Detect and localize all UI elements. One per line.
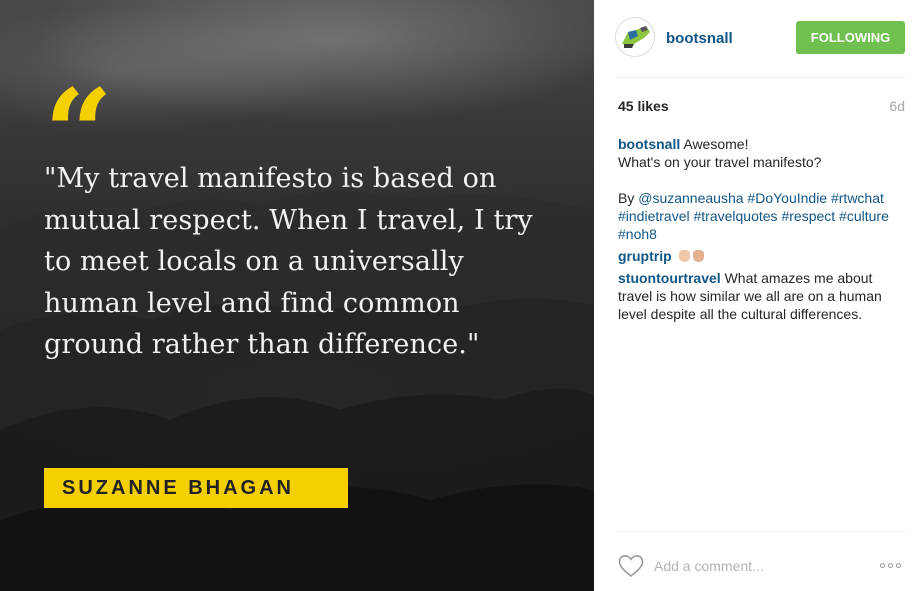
comments-list: bootsnall Awesome! What's on your travel…: [618, 135, 908, 327]
post-age[interactable]: 6d: [889, 98, 905, 114]
boot-logo-icon: [616, 18, 654, 56]
instagram-post: “ "My travel manifesto is based on mutua…: [0, 0, 924, 591]
quote-text: "My travel manifesto is based on mutual …: [44, 163, 533, 360]
composer-divider: [616, 531, 905, 532]
hashtag-link[interactable]: #DoYouIndie: [747, 190, 827, 206]
caption-by: By: [618, 190, 635, 206]
quote-mark-icon: “: [44, 63, 113, 204]
comment-item: stuontourtravel What amazes me about tra…: [618, 269, 908, 323]
clap-emoji-icon: [678, 250, 690, 262]
hashtag-link[interactable]: #indietravel: [618, 208, 690, 224]
hashtag-link[interactable]: #rtwchat: [831, 190, 884, 206]
mention-link[interactable]: @suzanneausha: [638, 190, 743, 206]
comment-username[interactable]: stuontourtravel: [618, 270, 721, 286]
caption-line-2: What's on your travel manifesto?: [618, 154, 822, 170]
post-image[interactable]: “ "My travel manifesto is based on mutua…: [0, 0, 594, 591]
author-banner: SUZANNE BHAGAN: [44, 468, 348, 508]
author-name: SUZANNE BHAGAN: [62, 476, 294, 499]
hashtag-link[interactable]: #respect: [781, 208, 835, 224]
hashtag-link[interactable]: #travelquotes: [694, 208, 778, 224]
caption-line-1: Awesome!: [683, 136, 749, 152]
more-options-icon[interactable]: [880, 563, 901, 568]
clap-emoji-icon: [692, 250, 704, 262]
post-header: bootsnall FOLLOWING: [594, 0, 924, 77]
hashtag-link[interactable]: #culture: [839, 208, 889, 224]
header-divider: [616, 77, 905, 78]
comment-item: gruptrip: [618, 247, 908, 265]
likes-count[interactable]: 45 likes: [618, 98, 669, 114]
caption-username[interactable]: bootsnall: [618, 136, 680, 152]
post-sidebar: bootsnall FOLLOWING 45 likes 6d bootsnal…: [594, 0, 924, 591]
caption: bootsnall Awesome! What's on your travel…: [618, 135, 908, 243]
heart-outline-icon[interactable]: [618, 554, 644, 578]
hashtag-link[interactable]: #noh8: [618, 226, 657, 242]
add-comment-input[interactable]: [654, 554, 864, 578]
avatar[interactable]: [615, 17, 655, 57]
following-button[interactable]: FOLLOWING: [796, 21, 905, 54]
comment-username[interactable]: gruptrip: [618, 248, 672, 264]
post-author-username[interactable]: bootsnall: [666, 30, 733, 47]
